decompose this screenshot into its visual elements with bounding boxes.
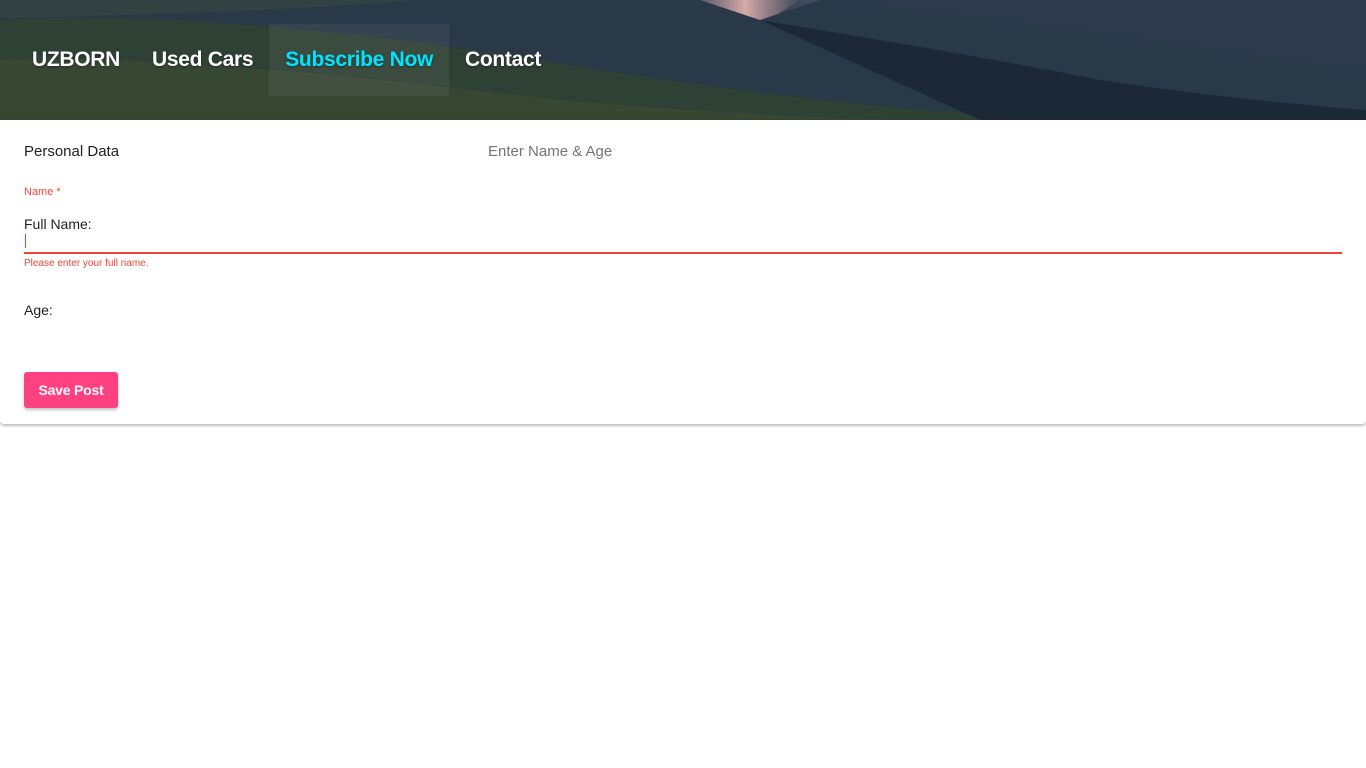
personal-data-card: Personal Data Enter Name & Age Name * Fu… <box>0 120 1366 424</box>
top-navigation: UZBORN Used Cars Subscribe Now Contact <box>0 0 557 120</box>
nav-item-subscribe-now[interactable]: Subscribe Now <box>269 24 450 96</box>
card-subtitle: Enter Name & Age <box>488 143 613 160</box>
card-title: Personal Data <box>24 143 120 160</box>
name-required-label: Name * <box>24 186 61 198</box>
full-name-field: Name * Full Name: Please enter your full… <box>24 184 1342 274</box>
text-cursor <box>25 234 26 248</box>
full-name-error: Please enter your full name. <box>24 258 149 269</box>
full-name-label: Full Name: <box>24 216 92 232</box>
save-post-button[interactable]: Save Post <box>24 372 118 408</box>
nav-item-used-cars[interactable]: Used Cars <box>136 24 269 96</box>
age-label: Age: <box>24 302 53 318</box>
nav-brand-link[interactable]: UZBORN <box>16 24 136 96</box>
age-field: Age: <box>24 300 1342 332</box>
card-header: Personal Data Enter Name & Age <box>24 143 1342 163</box>
age-input[interactable] <box>64 300 1342 322</box>
full-name-input[interactable] <box>24 232 1342 254</box>
nav-item-contact[interactable]: Contact <box>449 24 557 96</box>
header-banner: UZBORN Used Cars Subscribe Now Contact <box>0 0 1366 120</box>
